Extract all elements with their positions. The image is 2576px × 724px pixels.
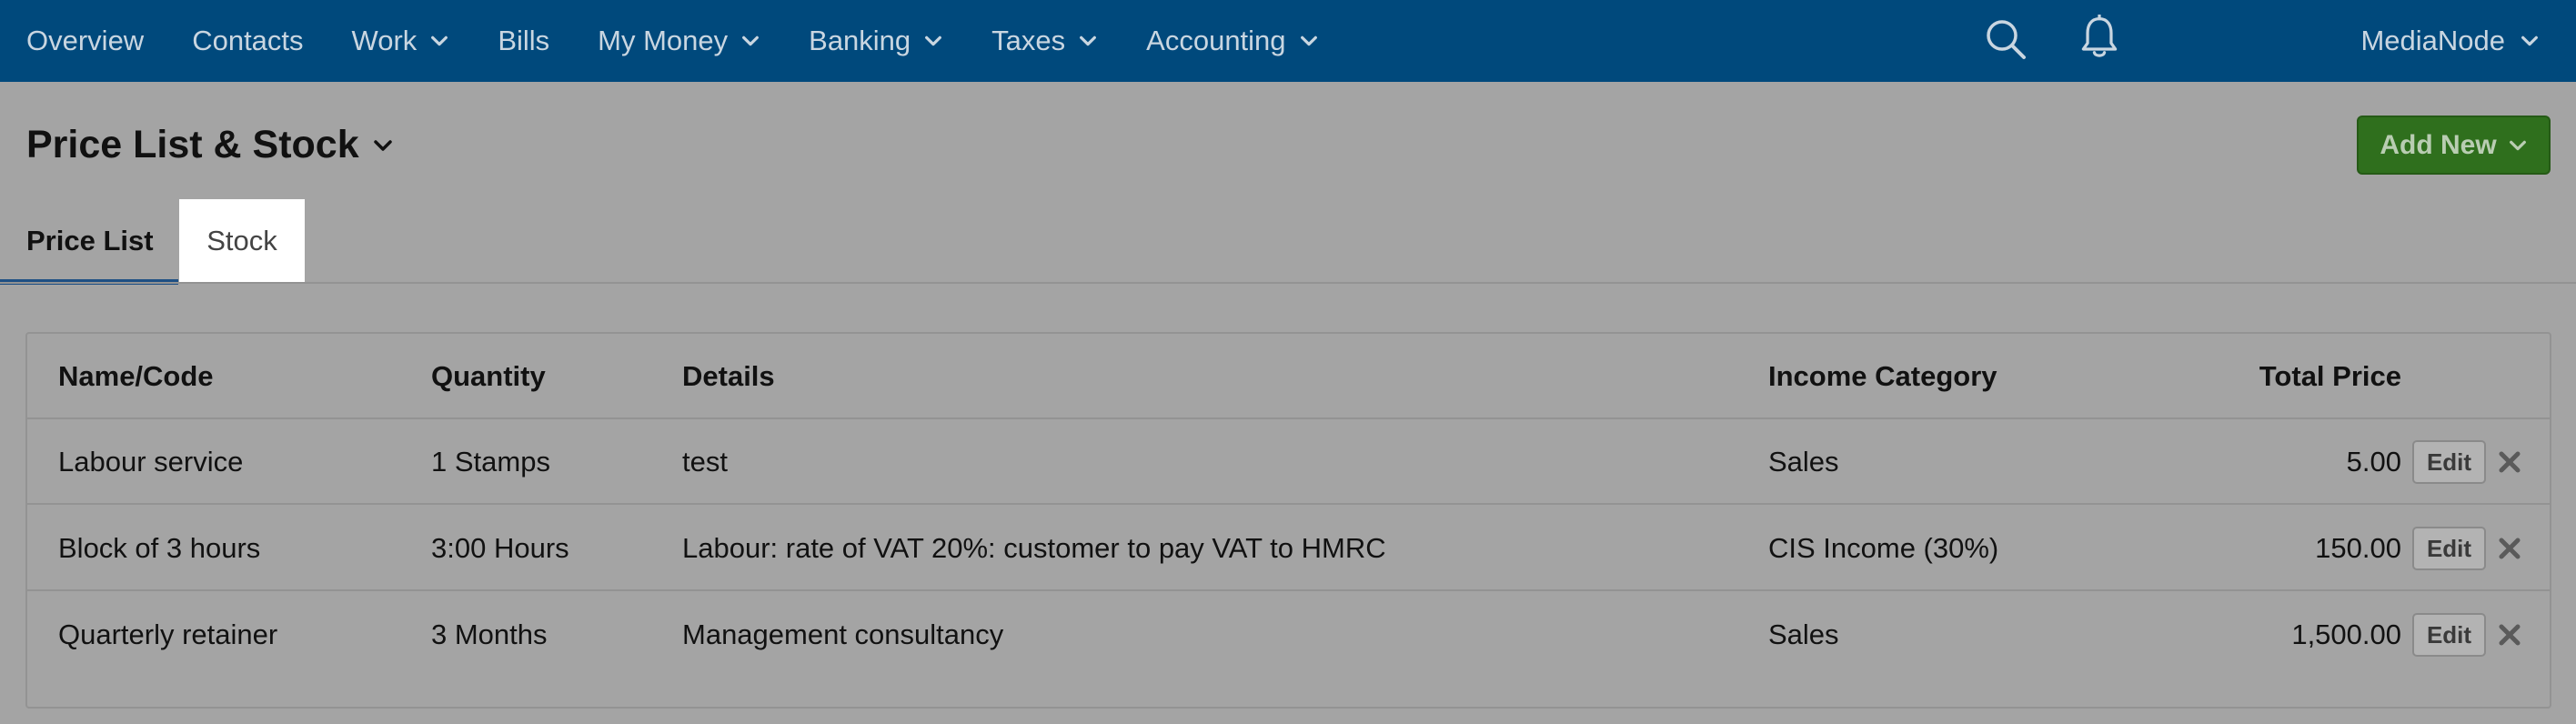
header-quantity[interactable]: Quantity <box>431 334 546 419</box>
search-icon <box>1987 20 2027 59</box>
chevron-down-icon <box>2521 35 2538 46</box>
nav-item-label: Overview <box>26 25 145 56</box>
row-income-category: Sales <box>1768 618 1839 650</box>
chevron-down-icon <box>925 35 942 46</box>
edit-button[interactable]: Edit <box>2412 527 2486 570</box>
nav-item-label: Bills <box>498 25 550 56</box>
nav-item-label: Accounting <box>1146 25 1286 56</box>
price-list-table: Name/Code Quantity Details Income Catego… <box>25 332 2551 709</box>
tab-bar: Price List Stock <box>0 199 2576 285</box>
chevron-down-icon <box>1080 35 1097 46</box>
tab-stock[interactable]: Stock <box>179 199 305 283</box>
table-row[interactable]: Quarterly retainer 3 Months Management c… <box>27 592 2550 678</box>
delete-icon[interactable] <box>2498 450 2521 474</box>
row-actions: Edit <box>2412 506 2521 591</box>
chevron-down-icon <box>373 139 392 151</box>
nav-item-bills[interactable]: Bills <box>498 0 549 82</box>
nav-item-label: Work <box>351 25 418 56</box>
nav-item-my-money[interactable]: My Money <box>598 0 760 82</box>
nav-item-label: Contacts <box>192 25 304 56</box>
table-row[interactable]: Labour service 1 Stamps test Sales 5.00 … <box>27 419 2550 505</box>
chevron-down-icon <box>742 35 760 46</box>
main-menu: Overview Contacts Work Bills My Money Ba… <box>0 0 1367 82</box>
row-details: Management consultancy <box>682 618 1004 650</box>
nav-item-accounting[interactable]: Accounting <box>1146 0 1318 82</box>
chevron-down-icon <box>431 35 448 46</box>
nav-item-label: Banking <box>809 25 911 56</box>
tab-divider <box>0 282 2576 284</box>
row-actions: Edit <box>2412 419 2521 505</box>
row-income-category: Sales <box>1768 446 1839 478</box>
tab-price-list[interactable]: Price List <box>0 199 178 285</box>
row-income-category: CIS Income (30%) <box>1768 532 1999 564</box>
table-header-row: Name/Code Quantity Details Income Catego… <box>27 334 2550 419</box>
delete-icon[interactable] <box>2498 623 2521 647</box>
search-button[interactable] <box>1983 16 2028 66</box>
row-quantity: 1 Stamps <box>431 446 550 478</box>
page-title-menu[interactable]: Price List & Stock <box>26 123 394 167</box>
header-details[interactable]: Details <box>682 334 775 419</box>
row-actions: Edit <box>2412 592 2521 678</box>
edit-button[interactable]: Edit <box>2412 440 2486 484</box>
header-total-price[interactable]: Total Price <box>2119 334 2401 419</box>
nav-item-contacts[interactable]: Contacts <box>192 0 303 82</box>
nav-item-overview[interactable]: Overview <box>26 0 144 82</box>
header-name-code[interactable]: Name/Code <box>58 334 214 419</box>
row-quantity: 3 Months <box>431 618 548 650</box>
row-total-price: 1,500.00 <box>2291 618 2401 650</box>
bell-icon <box>2082 14 2118 57</box>
company-name: MediaNode <box>2360 25 2505 56</box>
row-name[interactable]: Block of 3 hours <box>58 506 260 591</box>
add-new-label: Add New <box>2380 129 2497 160</box>
row-name[interactable]: Labour service <box>58 419 243 505</box>
edit-button[interactable]: Edit <box>2412 613 2486 657</box>
nav-item-work[interactable]: Work <box>352 0 450 82</box>
row-quantity: 3:00 Hours <box>431 532 569 564</box>
header-income-category[interactable]: Income Category <box>1768 334 1997 419</box>
notifications-button[interactable] <box>2077 14 2122 65</box>
nav-item-label: My Money <box>598 25 729 56</box>
page-title: Price List & Stock <box>26 123 359 166</box>
add-new-button[interactable]: Add New <box>2357 116 2551 175</box>
chevron-down-icon <box>1300 35 1317 46</box>
row-total-price: 5.00 <box>2346 446 2401 478</box>
row-details: Labour: rate of VAT 20%: customer to pay… <box>682 532 1386 564</box>
company-switcher[interactable]: MediaNode <box>2360 25 2540 57</box>
tab-label: Price List <box>26 225 154 256</box>
row-total-price: 150.00 <box>2315 532 2401 564</box>
tab-label: Stock <box>206 225 277 256</box>
top-navigation: Overview Contacts Work Bills My Money Ba… <box>0 0 2576 82</box>
nav-item-taxes[interactable]: Taxes <box>991 0 1098 82</box>
chevron-down-icon <box>2509 140 2526 150</box>
nav-item-label: Taxes <box>991 25 1066 56</box>
delete-icon[interactable] <box>2498 537 2521 560</box>
row-name[interactable]: Quarterly retainer <box>58 592 277 678</box>
table-row[interactable]: Block of 3 hours 3:00 Hours Labour: rate… <box>27 506 2550 591</box>
nav-item-banking[interactable]: Banking <box>809 0 943 82</box>
nav-utilities: MediaNode <box>1987 0 2576 82</box>
row-details: test <box>682 446 728 478</box>
